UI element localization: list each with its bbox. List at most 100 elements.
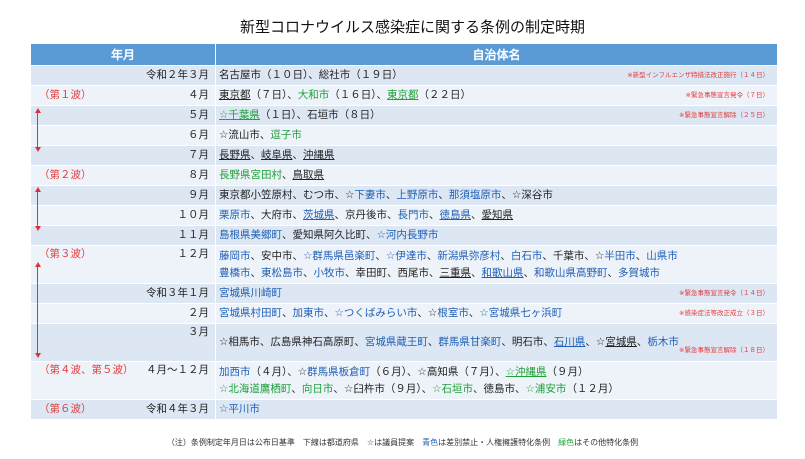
municipality-name: 、千葉市、☆ [542,249,605,262]
municipality-cell: ☆平川市 [215,399,778,420]
municipality-line: 長野県、岐阜県、沖縄県 [219,146,774,165]
municipality-name: 小牧市 [313,266,346,279]
municipality-name: 、 [292,149,304,161]
municipality-name: 、 [324,307,335,319]
wave-label: （第２波） [39,169,92,181]
footnote: （注）条例制定年月日は公布日基準 下線は都道府県 ☆は議員提案 青色は差別禁止・… [0,437,805,448]
page-title: 新型コロナウイルス感染症に関する条例の制定時期 [239,18,585,36]
month-label: １２月 [177,248,210,260]
municipality-name: 東京都小笠原村、むつ市、☆ [219,189,355,201]
municipality-name: （７日）、 [250,89,298,101]
footnote-text: （注）条例制定年月日は公布日基準 下線は都道府県 ☆は議員提案 [166,438,423,447]
time-cell: 令和２年３月 [30,65,216,86]
municipality-name: 、京丹後市、 [334,209,398,221]
municipality-name: 栗原市 [219,209,251,221]
municipality-name: 茨城県 [303,209,335,221]
table-row: ３月 ☆相馬市、広島県神石高原町、宮城県蔵王町、群馬県甘楽町、明石市、石川県、☆宮… [30,323,778,362]
footnote-text: 青色 [422,438,439,447]
municipality-name: 、 [375,249,386,262]
municipality-name: 、愛知県阿久比町、 [282,229,377,241]
table-row: （第４波、第５波） ４月～１２月 加西市（４月）、☆群馬県板倉町（６月）、☆高知県（… [30,361,778,400]
municipality-name: 、 [635,249,647,262]
municipality-cell: 宮城県川崎町 ※緊急事態宣言発令（１４日） [215,283,778,304]
month-label: ９月 [188,189,209,201]
event-note: ※緊急事態宣言解除（１８日） [679,346,769,354]
municipality-name: 新潟県弥彦村 [437,249,501,262]
municipality-cell: 長野県、岐阜県、沖縄県 [215,145,778,166]
municipality-name: 名古屋市（１０日）、総社市（１９日） [219,69,403,81]
municipality-name: 、 [607,266,619,279]
municipality-name: 、 [636,336,648,348]
municipality-name: （１日）、石垣市（８日） [259,109,381,121]
municipality-name: 、 [303,266,314,279]
municipality-name: ☆流山市、 [219,129,271,141]
municipality-name: 島根県美郷町 [219,229,282,241]
municipality-name: 向日市 [301,382,334,395]
time-cell: ３月 [30,323,216,362]
table-row: ６月 ☆流山市、逗子市 [30,125,778,146]
table-row: １１月 島根県美郷町、愛知県阿久比町、☆河内長野市 [30,225,778,246]
municipality-cell: 名古屋市（１０日）、総社市（１９日） ※新型インフルエンザ特措法改正施行（１４日） [215,65,778,86]
municipality-name: 藤岡市 [219,249,251,262]
time-cell: ７月 [30,145,216,166]
municipality-name: 、徳島市、 [473,382,526,395]
header-body: 自治体名 [215,43,778,66]
month-label: ６月 [188,129,209,141]
municipality-name: 、 [429,209,440,221]
municipality-name: 長野県 [219,149,251,161]
municipality-name: 東松島市 [261,266,303,279]
municipality-name: 、 [471,209,482,221]
wave-label: （第４波、第５波） [39,364,134,376]
event-note: ※緊急事態宣言解除（２５日） [679,111,769,119]
municipality-name: 長野県宮田村 [219,169,282,181]
municipality-name: 下妻市 [354,189,386,201]
municipality-name: 、 [250,149,262,161]
time-cell: （第４波、第５波） ４月～１２月 [30,361,216,400]
municipality-cell: 長野県宮田村、鳥取県 [215,165,778,186]
municipality-line: 藤岡市、安中市、☆群馬県邑楽町、☆伊達市、新潟県弥彦村、白石市、千葉市、☆半田市… [219,248,774,265]
table-row: （第３波） １２月 藤岡市、安中市、☆群馬県邑楽町、☆伊達市、新潟県弥彦村、白石市、… [30,245,778,284]
municipality-name: 東京都 [219,89,251,101]
municipality-cell: ☆流山市、逗子市 [215,125,778,146]
municipality-name: ☆沖縄県 [505,365,547,378]
municipality-name: 和歌山県高野町 [534,266,608,279]
municipality-name: 栃木市 [647,336,679,348]
municipality-name: 白石市 [510,249,543,262]
table-row: １０月 栗原市、大府市、茨城県、京丹後市、長門市、徳島県、愛知県 [30,205,778,226]
month-label: ８月 [188,169,209,181]
municipality-line: 栗原市、大府市、茨城県、京丹後市、長門市、徳島県、愛知県 [219,206,774,225]
municipality-name: 、大府市、 [250,209,304,221]
municipality-name: 石川県 [553,336,586,348]
municipality-name: 、 [426,249,438,262]
municipality-cell: 東京都（７日）、大和市（１６日）、東京都（２２日） ※緊急事態宣言発令（７日） [215,85,778,106]
wave3-range-arrow [35,262,41,358]
municipality-name: 山県市 [646,249,678,262]
municipality-name: 、 [282,307,293,319]
event-note: ※緊急事態宣言発令（７日） [685,91,769,99]
month-label: ５月 [188,109,209,121]
municipality-name: 宮城県村田町 [219,307,282,319]
time-cell: ６月 [30,125,216,146]
municipality-name: ☆北海道鷹栖町 [219,382,292,395]
municipality-name: 、幸田町、西尾市、 [345,266,440,279]
municipality-name: 鳥取県 [292,169,325,181]
municipality-name: 宮城県川崎町 [219,287,282,299]
table-row: ２月 宮城県村田町、加東市、☆つくばみらい市、☆根室市、☆宮城県七ヶ浜町 ※感染症法… [30,303,778,324]
municipality-name: 、 [468,307,480,319]
municipality-name: 徳島県 [439,209,472,221]
wave-label: （第３波） [39,248,92,260]
municipality-name: 、☆ [585,336,606,348]
month-label: ２月 [188,307,209,319]
municipality-cell: 宮城県村田町、加東市、☆つくばみらい市、☆根室市、☆宮城県七ヶ浜町 ※感染症法等改… [215,303,778,324]
month-label: １０月 [177,209,210,221]
municipality-name: 加東市 [292,307,325,319]
municipality-name: 逗子市 [270,129,302,141]
table-row: ５月 ☆千葉県（１日）、石垣市（８日） ※緊急事態宣言解除（２５日） [30,105,778,126]
time-cell: １０月 [30,205,216,226]
municipality-line: 東京都小笠原村、むつ市、☆下妻市、上野原市、那須塩原市、☆深谷市 [219,186,774,205]
municipality-name: ☆河内長野市 [376,229,439,241]
municipality-name: 、 [500,249,511,262]
municipality-name: 、 [282,169,293,181]
footnote-text: はその他特化条例 [574,438,639,447]
municipality-name: 長門市 [397,209,430,221]
